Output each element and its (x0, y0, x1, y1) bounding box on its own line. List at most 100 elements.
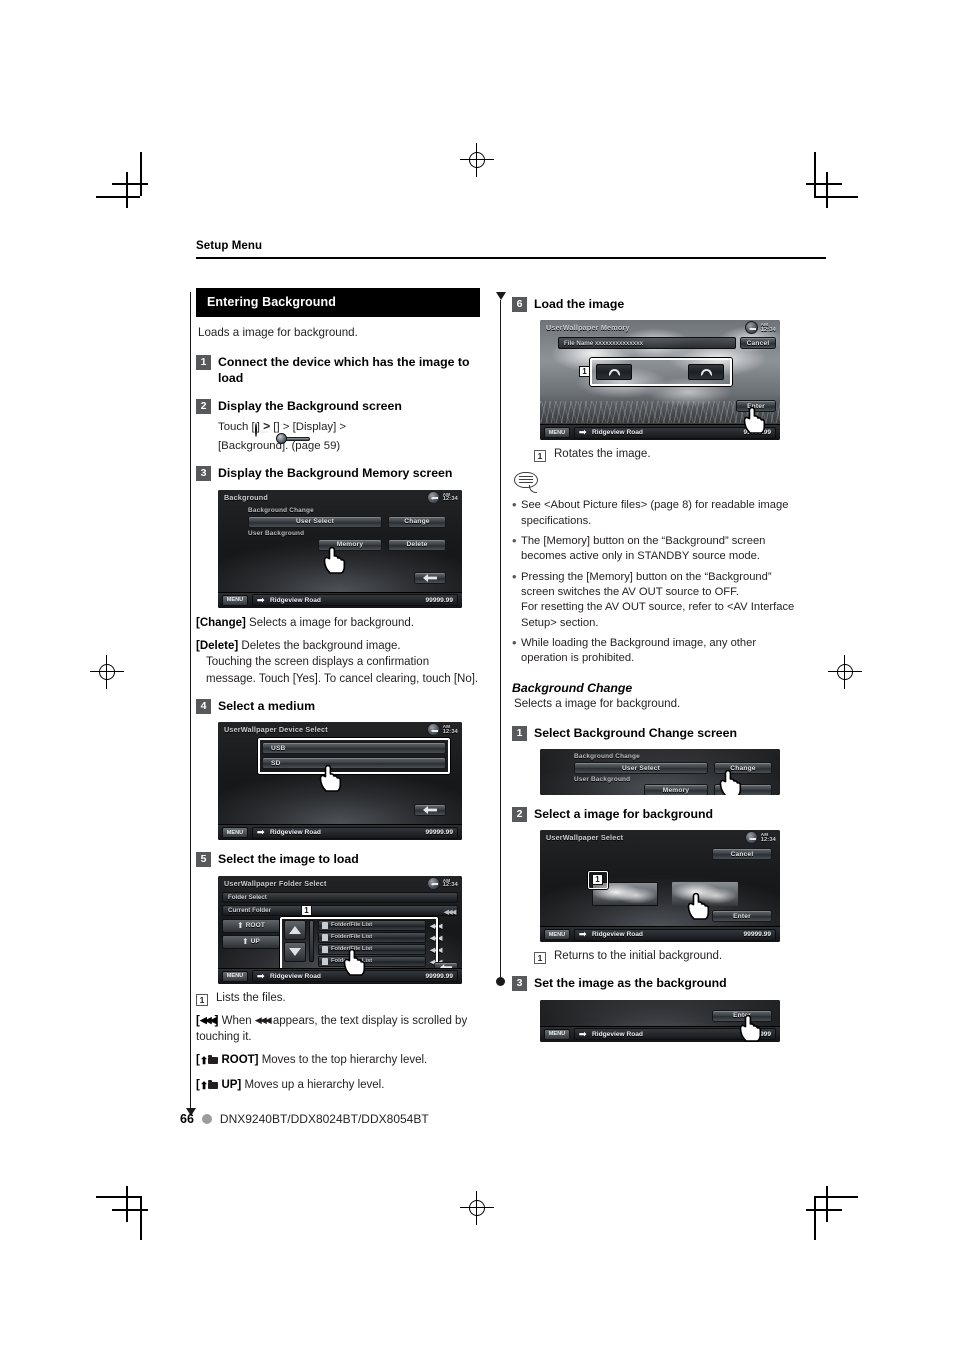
step-number: 3 (196, 466, 211, 482)
subsection-lead: Selects a image for background. (514, 696, 681, 710)
hand-cursor-glyph (323, 546, 346, 574)
menu-button[interactable]: MENU (222, 594, 248, 606)
screen-bottombar: MENU ➟ Ridgeview Road 99999.99 (218, 967, 462, 984)
note-up-key: [⬆ UP] Moves up a hierarchy level. (196, 1077, 480, 1094)
section-lead: Loads a image for background. (198, 326, 358, 339)
left-column: Entering Background Loads a image for ba… (196, 288, 480, 1094)
step-number: 3 (512, 976, 527, 992)
route-name: Ridgeview Road (592, 1030, 643, 1038)
titlebar-right: AM 12:34 (426, 490, 458, 504)
folder-select-bar: Folder Select (222, 891, 458, 903)
back-icon[interactable] (426, 876, 440, 890)
note-returns-initial: 1 Returns to the initial background. (534, 950, 802, 965)
crop-mark-tl-h (96, 196, 140, 198)
note-text: See <About Picture files> (page 8) for r… (521, 499, 789, 527)
page-number: 66 (180, 1112, 194, 1126)
registration-mark-left (90, 655, 124, 689)
subsection-title: Background Change (512, 680, 633, 695)
back-circle-icon (254, 422, 257, 438)
hand-cursor-glyph (343, 948, 366, 976)
return-button[interactable] (414, 804, 446, 817)
definition-delete: [Delete] Deletes the background image. T… (196, 638, 480, 687)
clock: AM 12:34 (443, 878, 458, 889)
back-icon[interactable] (744, 831, 758, 845)
registration-mark-bottom (460, 1191, 494, 1225)
return-button[interactable] (414, 571, 446, 584)
rewind-icon: ◀◀◀ (199, 1014, 217, 1025)
callout-ref-1: 1 (534, 450, 546, 463)
back-icon[interactable] (744, 321, 758, 335)
step-text: Set the image as the background (534, 976, 727, 991)
menu-button[interactable]: MENU (222, 970, 248, 982)
up-arrow-icon: ⬆ (199, 1080, 209, 1092)
current-folder-dots: ◀◀◀ (443, 908, 456, 916)
screen-title: Background (224, 492, 268, 502)
step-text: Select a medium (218, 699, 316, 714)
clock: AM 12:34 (443, 724, 458, 735)
up-arrow-icon: ⬆ (242, 937, 249, 947)
up-label: UP (250, 938, 260, 946)
route-distance: 99999.99 (425, 596, 453, 604)
bg-step-3: 3 Set the image as the background (512, 975, 802, 992)
screenshot-wallpaper-memory: UserWallpaper Memory AM 12:34 File Name … (540, 320, 780, 441)
note-item: • The [Memory] button on the “Background… (512, 534, 802, 565)
hand-cursor-icon (342, 948, 367, 976)
cancel-button[interactable]: Cancel (712, 848, 772, 861)
screen-titlebar: Background AM 12:34 (218, 490, 462, 505)
step-number: 1 (512, 725, 527, 741)
cancel-button[interactable]: Cancel (740, 337, 776, 350)
crop-mark-bl-v (140, 1196, 142, 1240)
menu-button[interactable]: MENU (544, 427, 570, 439)
enter-button[interactable]: Enter (712, 910, 772, 923)
note-item: • Pressing the [Memory] button on the “B… (512, 569, 802, 631)
step-2: 2 Display the Background screen (196, 398, 480, 414)
rewind-icon-inline: ◀◀◀ (254, 1014, 272, 1025)
memory-button[interactable]: Memory (644, 784, 708, 796)
crop-mark-br-h2 (806, 1209, 842, 1211)
registration-mark-right (828, 655, 862, 689)
user-select-button[interactable]: User Select (248, 515, 382, 528)
hand-cursor-icon (318, 764, 343, 793)
touch-display: ] > [Display] > (276, 421, 347, 434)
highlight-frame (590, 358, 732, 387)
screenshot-enter-crop: Enter MENU ➟ Ridgeview Road 9999 (540, 999, 780, 1042)
screenshot-background: Background AM 12:34 Background Change Us… (218, 489, 462, 608)
page-title: Setup Menu (196, 240, 263, 252)
menu-button[interactable]: MENU (544, 1028, 570, 1040)
step-number: 5 (196, 852, 211, 868)
step-number: 2 (512, 807, 527, 823)
right-rail-arrow-icon (496, 292, 506, 300)
clock: AM 12:34 (443, 492, 458, 503)
footer-dot-icon (201, 1114, 212, 1124)
back-icon[interactable] (426, 490, 440, 504)
crop-mark-br-h (814, 1196, 858, 1198)
menu-button[interactable]: MENU (222, 827, 248, 839)
screen-bottombar: MENU ➟ Ridgeview Road 99999.99 (540, 926, 780, 943)
hand-cursor-icon (718, 769, 743, 796)
root-button[interactable]: ⬆ ROOT (222, 918, 280, 933)
change-button[interactable]: Change (388, 515, 446, 528)
back-icon[interactable] (426, 723, 440, 737)
step-3: 3 Display the Background Memory screen (196, 465, 480, 482)
up-arrow-icon: ⬆ (199, 1056, 209, 1068)
step-text: Select a image for background (534, 807, 714, 822)
note-rewind-key: [◀◀◀] When ◀◀◀ appears, the text display… (196, 1013, 480, 1046)
group-label-user-background: User Background (574, 776, 631, 784)
route-distance: 99999.99 (425, 972, 453, 980)
note-text: Pressing the [Memory] button on the “Bac… (521, 570, 772, 599)
menu-button[interactable]: MENU (544, 929, 570, 941)
def-key-close: ] (214, 1014, 219, 1027)
screen-titlebar: UserWallpaper Memory AM 12:34 (540, 320, 780, 335)
turn-arrow-icon: ➟ (257, 594, 265, 605)
crop-mark-bl-h (96, 1196, 140, 1198)
callout-ref-1: 1 (534, 952, 546, 965)
def-key: ROOT] (221, 1054, 259, 1067)
delete-button[interactable]: Delete (388, 538, 446, 551)
crop-mark-tl-v2 (126, 172, 128, 208)
def-text: Deletes the background image. (241, 640, 401, 653)
up-button[interactable]: ⬆ UP (222, 934, 280, 949)
turn-arrow-icon: ➟ (257, 970, 265, 981)
hand-cursor-glyph (743, 407, 766, 435)
user-select-button[interactable]: User Select (574, 762, 708, 775)
screen-titlebar: UserWallpaper Select AM 12:34 (540, 830, 780, 845)
